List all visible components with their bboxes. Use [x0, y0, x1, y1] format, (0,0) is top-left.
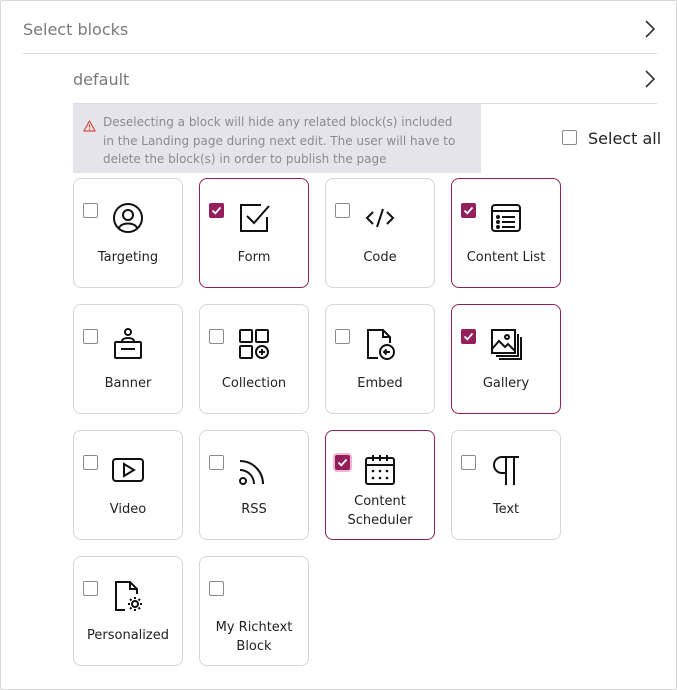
- block-checkbox[interactable]: [209, 455, 224, 470]
- block-label: Gallery: [482, 376, 530, 391]
- rss-icon: [237, 453, 271, 487]
- block-label: Text: [492, 502, 520, 517]
- video-icon: [111, 453, 145, 487]
- block-checkbox[interactable]: [83, 455, 98, 470]
- warning-icon: [83, 120, 96, 132]
- block-label: Form: [237, 250, 271, 265]
- block-tile-content-list[interactable]: Content List: [451, 178, 561, 288]
- block-label-line: My Richtext: [215, 620, 293, 635]
- block-tile-rss[interactable]: RSS: [199, 430, 309, 540]
- block-checkbox[interactable]: [83, 329, 98, 344]
- block-label: Code: [363, 250, 397, 265]
- block-label: Targeting: [97, 250, 159, 265]
- embed-icon: [363, 327, 397, 361]
- block-tile-collection[interactable]: Collection: [199, 304, 309, 414]
- gallery-icon: [489, 327, 523, 361]
- block-checkbox[interactable]: [335, 455, 350, 470]
- block-label: Collection: [221, 376, 287, 391]
- warning-line: delete the block(s) in order to publish …: [103, 152, 387, 166]
- block-tile-banner[interactable]: Banner: [73, 304, 183, 414]
- block-tile-embed[interactable]: Embed: [325, 304, 435, 414]
- select-blocks-row[interactable]: Select blocks: [23, 5, 657, 54]
- targeting-icon: [111, 201, 145, 235]
- pilcrow-icon: [489, 453, 523, 487]
- block-checkbox[interactable]: [335, 203, 350, 218]
- block-checkbox[interactable]: [83, 581, 98, 596]
- form-icon: [237, 201, 271, 235]
- select-blocks-title: Select blocks: [23, 19, 129, 39]
- block-label-line: Block: [236, 639, 272, 654]
- warning-line: in the Landing page during next edit. Th…: [103, 133, 456, 148]
- select-all-label: Select all: [588, 129, 662, 148]
- block-label-line: Content: [354, 494, 406, 509]
- block-tile-content-scheduler[interactable]: Content Scheduler: [325, 430, 435, 540]
- select-all-control[interactable]: Select all: [562, 127, 661, 148]
- default-group-row[interactable]: default: [73, 55, 657, 104]
- calendar-icon: [363, 453, 397, 487]
- block-tile-gallery[interactable]: Gallery: [451, 304, 561, 414]
- block-label: Banner: [104, 376, 152, 391]
- warning-line: Deselecting a block will hide any relate…: [103, 115, 453, 129]
- block-tile-code[interactable]: Code: [325, 178, 435, 288]
- block-tile-form[interactable]: Form: [199, 178, 309, 288]
- block-tile-video[interactable]: Video: [73, 430, 183, 540]
- collection-icon: [237, 327, 271, 361]
- block-checkbox[interactable]: [461, 203, 476, 218]
- chevron-right-icon: [645, 20, 656, 38]
- block-checkbox[interactable]: [461, 329, 476, 344]
- block-tile-text[interactable]: Text: [451, 430, 561, 540]
- code-icon: [363, 201, 397, 235]
- block-label: Content Scheduler: [330, 492, 430, 530]
- content-list-icon: [489, 201, 523, 235]
- personalized-icon: [111, 579, 145, 613]
- block-label: Video: [109, 502, 147, 517]
- block-checkbox[interactable]: [209, 203, 224, 218]
- block-checkbox[interactable]: [83, 203, 98, 218]
- select-all-checkbox[interactable]: [562, 130, 577, 145]
- block-selector-panel: Select blocks default Deselecting a bloc…: [0, 0, 677, 690]
- block-label: Content List: [466, 250, 546, 265]
- block-label: My Richtext Block: [204, 618, 304, 656]
- block-label: Embed: [357, 376, 403, 391]
- block-checkbox[interactable]: [461, 455, 476, 470]
- block-label: RSS: [241, 502, 267, 517]
- banner-icon: [111, 327, 145, 361]
- block-checkbox[interactable]: [209, 581, 224, 596]
- block-tile-targeting[interactable]: Targeting: [73, 178, 183, 288]
- chevron-right-icon: [645, 70, 656, 88]
- default-group-title: default: [73, 69, 130, 89]
- block-label: Personalized: [87, 628, 169, 643]
- block-checkbox[interactable]: [209, 329, 224, 344]
- block-checkbox[interactable]: [335, 329, 350, 344]
- block-tile-my-richtext-block[interactable]: My Richtext Block: [199, 556, 309, 666]
- deselect-warning: Deselecting a block will hide any relate…: [73, 104, 481, 173]
- block-label-line: Scheduler: [347, 513, 413, 528]
- block-tile-personalized[interactable]: Personalized: [73, 556, 183, 666]
